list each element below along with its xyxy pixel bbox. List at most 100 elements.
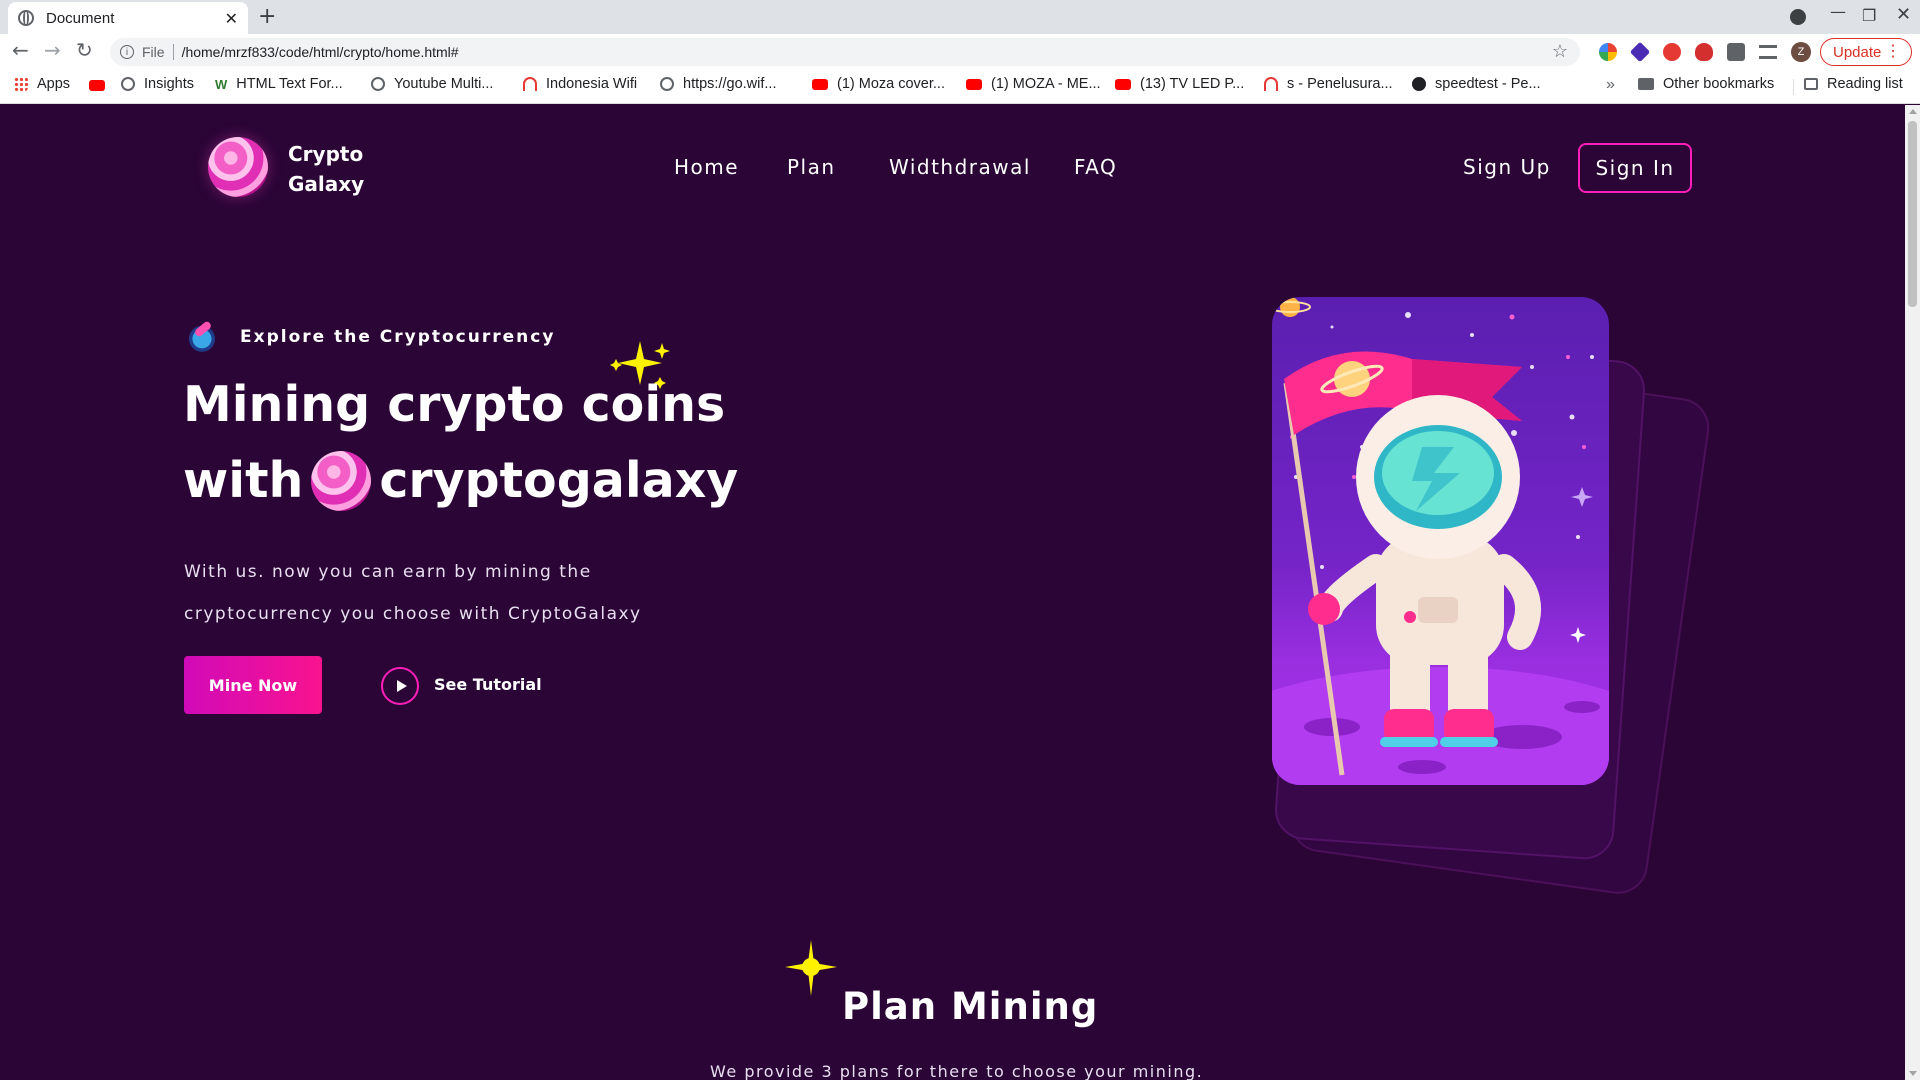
sign-up-link[interactable]: Sign Up: [1463, 155, 1551, 179]
window-close-icon[interactable]: ✕: [1896, 4, 1911, 25]
tab-title: Document: [46, 9, 115, 27]
bookmark-moza-me[interactable]: (1) MOZA - ME...: [966, 76, 1101, 92]
see-tutorial-link[interactable]: See Tutorial: [434, 675, 542, 694]
hero-desc-line1: With us. now you can earn by mining the: [184, 562, 592, 582]
close-tab-icon[interactable]: ✕: [225, 9, 238, 28]
bookmark-label: Reading list: [1827, 76, 1903, 92]
speedtest-icon: [1412, 77, 1426, 91]
nav-home[interactable]: Home: [674, 155, 739, 179]
globe-icon: [371, 77, 385, 91]
reading-list-icon: [1804, 78, 1818, 90]
planet-icon: [311, 451, 372, 511]
bookmark-divider: [1793, 79, 1794, 95]
browser-tab-bar: Document ✕ + — ❐ ✕: [0, 0, 1920, 34]
scroll-up-icon[interactable]: [1909, 109, 1917, 114]
forward-icon[interactable]: →: [44, 38, 61, 62]
site-logo[interactable]: Crypto Galaxy: [288, 139, 364, 199]
play-icon[interactable]: [381, 667, 419, 705]
media-control-icon[interactable]: [1759, 45, 1777, 59]
bookmark-label: Other bookmarks: [1663, 76, 1775, 92]
hero-title-line2: with cryptogalaxy: [183, 443, 738, 519]
hero-title-with: with: [183, 452, 304, 509]
nav-withdrawal[interactable]: Widthdrawal: [889, 155, 1031, 179]
extension-shield-icon[interactable]: [1695, 43, 1713, 61]
globe-icon: [660, 77, 674, 91]
bookmark-label: (13) TV LED P...: [1140, 76, 1245, 92]
apps-icon: [14, 77, 28, 91]
nav-plan[interactable]: Plan: [787, 155, 836, 179]
bookmark-insights[interactable]: Insights: [121, 76, 194, 92]
wifi-icon: [523, 77, 537, 91]
hero-description: With us. now you can earn by mining the …: [184, 551, 704, 635]
sparkle-star-icon: [785, 940, 837, 996]
nav-faq[interactable]: FAQ: [1074, 155, 1117, 179]
bookmark-html-text[interactable]: W HTML Text For...: [215, 76, 343, 92]
bookmark-youtube[interactable]: [89, 80, 114, 91]
scroll-thumb[interactable]: [1908, 121, 1917, 307]
bookmark-star-icon[interactable]: ☆: [1552, 41, 1568, 62]
hero-title-line1: Mining crypto coins: [183, 376, 726, 433]
logo-planet-icon[interactable]: [208, 137, 268, 197]
globe-icon: [18, 10, 34, 26]
bookmark-penelusuran[interactable]: s - Penelusura...: [1264, 76, 1393, 92]
bookmark-go-wifi[interactable]: https://go.wif...: [660, 76, 777, 92]
logo-line2: Galaxy: [288, 172, 365, 196]
bookmark-youtube-multi[interactable]: Youtube Multi...: [371, 76, 493, 92]
youtube-icon: [1115, 78, 1131, 90]
logo-line1: Crypto: [288, 142, 364, 166]
astronaut-illustration-card: [1272, 297, 1609, 785]
bookmark-indonesia-wifi[interactable]: Indonesia Wifi: [523, 76, 637, 92]
extensions-puzzle-icon[interactable]: [1727, 43, 1745, 61]
bookmark-label: Apps: [37, 76, 71, 92]
profile-avatar[interactable]: Z: [1791, 42, 1811, 62]
url-separator: [172, 44, 174, 60]
extension-diamond-icon[interactable]: [1629, 41, 1651, 63]
minimize-icon[interactable]: —: [1830, 2, 1846, 21]
bookmark-label: Indonesia Wifi: [546, 76, 638, 92]
mine-now-button[interactable]: Mine Now: [184, 656, 322, 714]
update-button[interactable]: Update ⋮: [1820, 38, 1912, 66]
bookmark-speedtest[interactable]: speedtest - Pe...: [1412, 76, 1541, 92]
new-tab-icon[interactable]: +: [258, 4, 276, 29]
bookmark-moza-cover[interactable]: (1) Moza cover...: [812, 76, 945, 92]
bookmark-label: (1) MOZA - ME...: [991, 76, 1101, 92]
sign-in-button[interactable]: Sign In: [1578, 143, 1692, 193]
extension-color-icon[interactable]: [1599, 43, 1617, 61]
bookmarks-bar: Apps Insights W HTML Text For... Youtube…: [0, 70, 1920, 104]
bookmark-label: https://go.wif...: [683, 76, 777, 92]
bookmark-tv-led[interactable]: (13) TV LED P...: [1115, 76, 1244, 92]
bookmark-label: Insights: [144, 76, 194, 92]
youtube-icon: [89, 80, 105, 91]
section-title-plan-mining: Plan Mining: [842, 985, 1099, 1028]
bookmark-label: speedtest - Pe...: [1435, 76, 1541, 92]
info-icon[interactable]: i: [120, 45, 134, 59]
update-label: Update: [1833, 43, 1882, 61]
bookmark-label: Youtube Multi...: [394, 76, 494, 92]
url-text[interactable]: /home/mrzf833/code/html/crypto/home.html…: [182, 44, 459, 60]
scroll-down-icon[interactable]: [1909, 1071, 1917, 1076]
hero-title-brand: cryptogalaxy: [379, 452, 739, 509]
astronaut-illustration: [1272, 297, 1609, 785]
address-bar[interactable]: i File /home/mrzf833/code/html/crypto/ho…: [110, 38, 1580, 66]
url-scheme: File: [142, 44, 165, 60]
w-icon: W: [215, 77, 228, 92]
bookmark-label: HTML Text For...: [236, 76, 343, 92]
hero-desc-line2: cryptocurrency you choose with CryptoGal…: [184, 604, 642, 624]
menu-dots-icon: ⋮: [1885, 43, 1901, 60]
bookmark-other[interactable]: Other bookmarks: [1638, 76, 1774, 92]
browser-tab[interactable]: Document ✕: [8, 2, 248, 34]
bookmark-label: s - Penelusura...: [1287, 76, 1393, 92]
reload-icon[interactable]: ↻: [76, 38, 93, 62]
youtube-icon: [812, 78, 828, 90]
back-icon[interactable]: ←: [12, 38, 29, 62]
globe-icon: [121, 77, 135, 91]
tab-search-icon[interactable]: [1790, 9, 1806, 25]
vertical-scrollbar[interactable]: [1905, 105, 1920, 1080]
more-bookmarks-icon[interactable]: »: [1606, 76, 1615, 94]
section-subtitle: We provide 3 plans for there to choose y…: [710, 1062, 1204, 1080]
wifi-icon: [1264, 77, 1278, 91]
bookmark-apps[interactable]: Apps: [14, 76, 70, 92]
restore-icon[interactable]: ❐: [1862, 6, 1876, 25]
reading-list[interactable]: Reading list: [1804, 76, 1903, 92]
adblock-icon[interactable]: [1663, 43, 1681, 61]
